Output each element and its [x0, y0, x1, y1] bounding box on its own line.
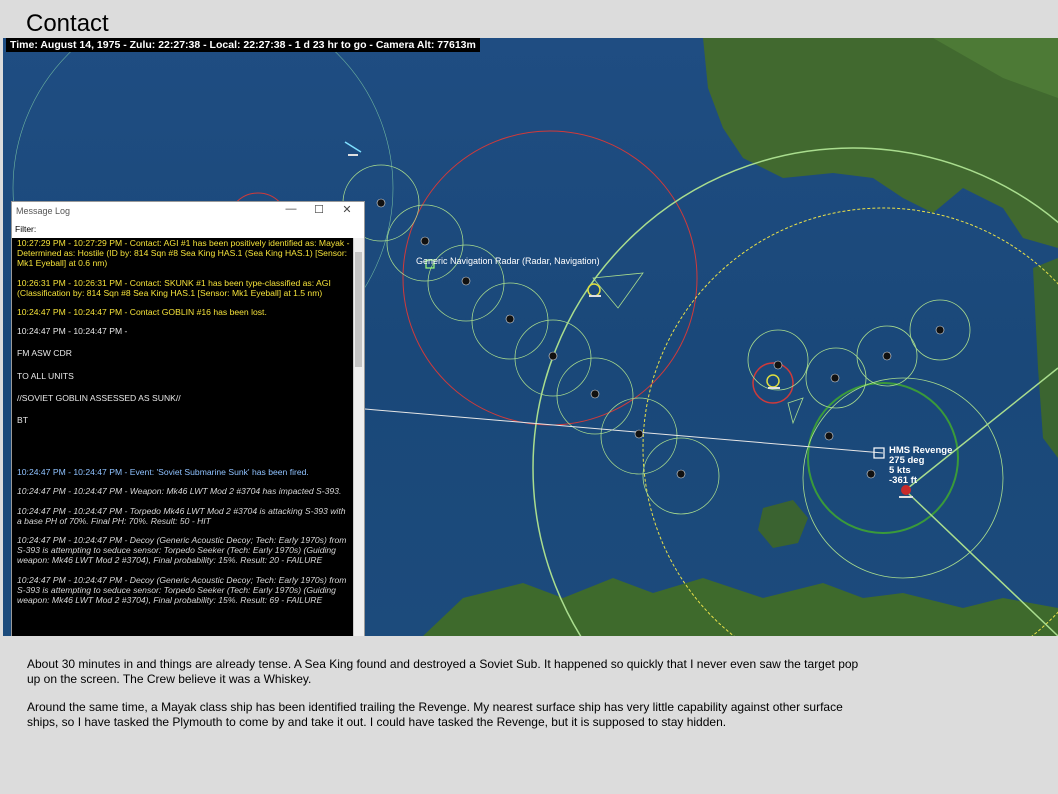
caption: About 30 minutes in and things are alrea… [27, 657, 867, 743]
landmass-south [423, 578, 1058, 636]
status-bar: Time: August 14, 1975 - Zulu: 22:27:38 -… [6, 38, 480, 52]
log-entry: 10:26:31 PM - 10:26:31 PM - Contact: SKU… [17, 277, 331, 298]
range-ring-green-large [532, 147, 1058, 636]
log-entry: 10:24:47 PM - 10:24:47 PM - Decoy (Gener… [17, 574, 347, 606]
log-entry: 10:24:47 PM - 10:24:47 PM - Torpedo Mk46… [17, 505, 346, 526]
tactical-map[interactable]: Time: August 14, 1975 - Zulu: 22:27:38 -… [3, 38, 1058, 636]
log-entry: FM ASW CDR [17, 348, 72, 359]
caption-paragraph: Around the same time, a Mayak class ship… [27, 700, 843, 729]
log-entry: 10:24:47 PM - 10:24:47 PM - Event: 'Sovi… [17, 467, 309, 478]
contact-marker-2 [766, 374, 780, 389]
island [758, 500, 808, 548]
landmass-east [1033, 258, 1058, 458]
page-title: Contact [26, 10, 109, 37]
close-button[interactable]: ✕ [336, 203, 358, 216]
range-ring-yellow [642, 207, 1058, 636]
radar-label: Generic Navigation Radar (Radar, Navigat… [416, 256, 600, 266]
log-entry: 10:27:29 PM - 10:27:29 PM - Contact: AGI… [17, 238, 350, 269]
unit-markers [376, 198, 945, 479]
filter-label[interactable]: Filter: [15, 224, 36, 234]
message-log-body[interactable]: 10:27:29 PM - 10:27:29 PM - Contact: AGI… [12, 238, 355, 636]
log-entry: 10:24:47 PM - 10:24:47 PM - Decoy (Gener… [17, 535, 347, 566]
log-entry: 10:24:47 PM - 10:24:47 PM - Weapon: Mk46… [17, 486, 342, 497]
unit-label[interactable]: HMS Revenge 275 deg 5 kts -361 ft [889, 446, 952, 486]
log-scrollbar-thumb[interactable] [355, 252, 362, 367]
contact-marker-1 [587, 283, 601, 297]
helicopter-marker [344, 141, 362, 156]
log-entry: 10:24:47 PM - 10:24:47 PM - Contact GOBL… [17, 307, 267, 318]
log-scrollbar[interactable] [353, 238, 364, 636]
log-entry: //SOVIET GOBLIN ASSESSED AS SUNK// [17, 392, 181, 403]
log-entry: TO ALL UNITS [17, 370, 74, 381]
log-entry: BT [17, 415, 28, 426]
unit-depth: -361 ft [889, 475, 917, 486]
message-log-title: Message Log [16, 206, 71, 216]
maximize-button[interactable]: ☐ [308, 203, 330, 216]
caption-paragraph: About 30 minutes in and things are alrea… [27, 657, 859, 686]
bearing-line [364, 408, 884, 454]
log-entry: 10:24:47 PM - 10:24:47 PM - [17, 326, 128, 337]
coverage-scallops [342, 164, 971, 515]
message-log-window[interactable]: Message Log — ☐ ✕ Filter: 10:27:29 PM - … [11, 201, 365, 636]
minimize-button[interactable]: — [280, 203, 302, 215]
